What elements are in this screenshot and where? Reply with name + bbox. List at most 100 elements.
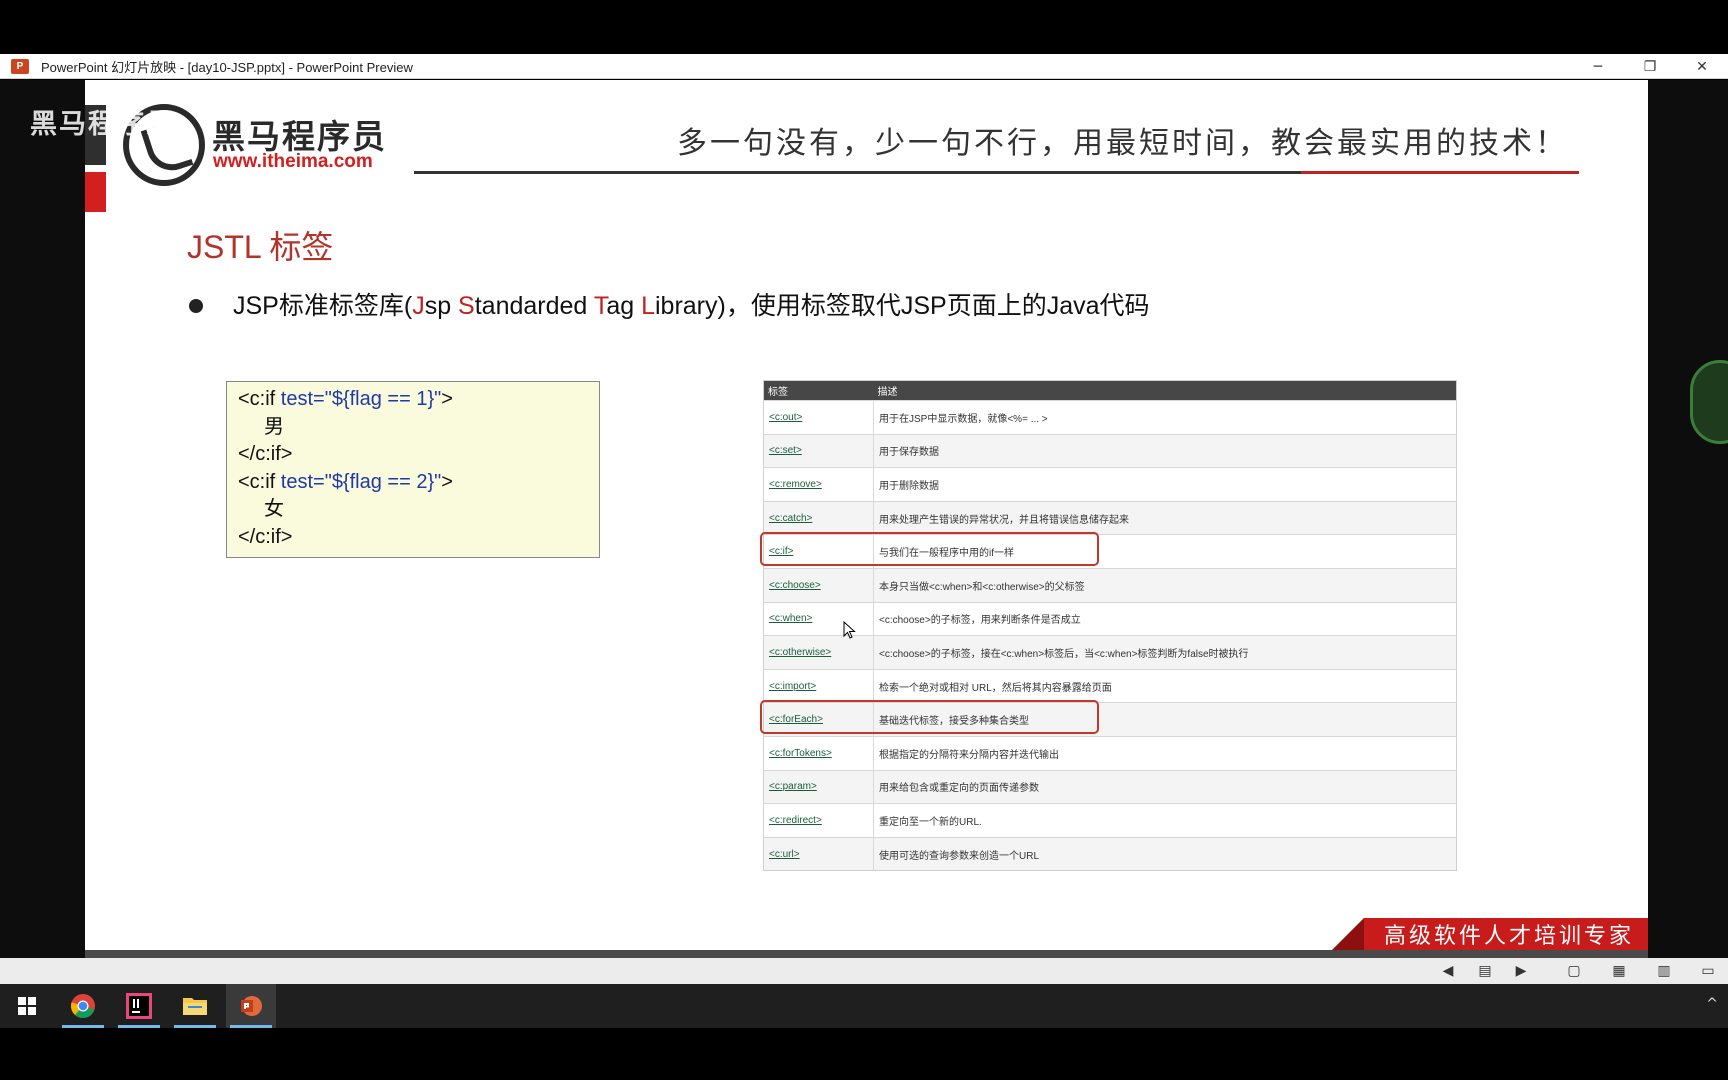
previous-slide-icon[interactable]: ◀ [1437,961,1459,981]
tag-link[interactable]: <c:choose> [763,567,874,603]
tag-desc: 用于保存数据 [873,433,1457,468]
slideshow-view-icon[interactable]: ▭ [1697,961,1719,981]
tag-link[interactable]: <c:param> [763,769,874,804]
bullet-prefix: JSP标准标签库( [233,292,413,320]
next-slide-icon[interactable]: ▶ [1510,961,1532,981]
highlight-box-c-foreach [760,700,1099,734]
slide-bottom-bar [85,950,1648,958]
reading-view-icon[interactable]: ▥ [1653,961,1675,981]
taskbar-chrome[interactable] [58,984,108,1028]
bullet-hl-s: S [458,292,475,320]
floating-chat-widget-icon[interactable] [1690,360,1728,444]
code-example-box: <c:if test="${flag == 1}"> 男 </c:if> <c:… [226,381,600,558]
footer-banner: 高级软件人才培训专家 [1332,918,1648,950]
tag-link[interactable]: <c:when> [763,601,874,636]
bullet-hl-l: L [641,292,655,320]
code-line: </c:if> [238,525,293,548]
folder-icon [183,998,207,1015]
tag-desc: 用来处理产生错误的异常状况，并且将错误信息储存起来 [873,500,1457,535]
tag-desc: 检索一个绝对或相对 URL，然后将其内容暴露给页面 [873,668,1457,703]
footer-banner-text: 高级软件人才培训专家 [1364,918,1648,950]
bullet-hl-j: J [412,292,425,320]
tag-desc: 本身只当做<c:when>和<c:otherwise>的父标签 [873,567,1457,603]
tag-desc: 用来给包含或重定向的页面传递参数 [873,769,1457,804]
tag-link[interactable]: <c:otherwise> [763,635,874,670]
bullet-part-ibrary: ibrary)，使用标签取代JSP页面上的Java代码 [655,292,1150,320]
slide-letterbox-right [1648,80,1728,958]
bullet-hl-t: T [593,292,607,320]
tag-link[interactable]: <c:out> [763,400,874,435]
bullet-part-sp: sp [424,292,459,320]
tag-link[interactable]: <c:catch> [763,500,874,535]
table-row: <c:choose> 本身只当做<c:when>和<c:otherwise>的父标… [763,567,1457,603]
taskbar-file-explorer[interactable] [170,984,220,1028]
table-row: <c:otherwise> <c:choose>的子标签，接在<c:when>标签… [763,635,1457,670]
tag-link[interactable]: <c:url> [763,836,874,871]
tag-link[interactable]: <c:forTokens> [763,735,874,771]
powerpoint-app-icon: P [11,58,29,74]
tag-link[interactable]: <c:redirect> [763,803,874,838]
code-line: <c:if test="${flag == 1}"> [238,386,599,414]
close-button[interactable]: ✕ [1676,54,1728,79]
window-title: PowerPoint 幻灯片放映 - [day10-JSP.pptx] - Po… [41,59,413,75]
table-row: <c:remove> 用于删除数据 [763,467,1457,502]
notes-icon[interactable]: ▤ [1474,961,1496,981]
bullet-part-ag: ag [606,292,642,320]
tag-link[interactable]: <c:import> [763,668,874,703]
table-row: <c:out> 用于在JSP中显示数据，就像<%= ... > [763,400,1457,435]
taskbar-chrome-indicator [62,1025,104,1028]
footer-banner-triangle [1332,918,1364,950]
code-line: 男 [264,415,284,438]
code-tag: <c:if [238,470,281,493]
code-tag: > [441,470,453,493]
minimize-button[interactable]: ─ [1572,54,1624,79]
logo-url: www.itheima.com [213,151,373,172]
slide-slogan: 多一句没有，少一句不行，用最短时间，教会最实用的技术！ [677,126,1568,161]
header-divider-red [1301,171,1579,174]
slide-canvas[interactable]: 黑马程序员 www.itheima.com 多一句没有，少一句不行，用最短时间，… [85,80,1648,950]
window-controls: ─ ❐ ✕ [1572,54,1728,79]
system-tray-chevron-icon[interactable]: ^ [1706,996,1718,1012]
bullet-part-tandarded: tandarded [474,292,594,320]
table-header-row: 标签 描述 [763,380,1457,401]
windows-taskbar: ^ [0,984,1728,1028]
bullet-dot-icon [189,299,203,313]
window-titlebar: P PowerPoint 幻灯片放映 - [day10-JSP.pptx] - … [0,54,1728,79]
tag-desc: 根据指定的分隔符来分隔内容并迭代输出 [873,735,1457,771]
code-attr: test="${flag == 1}" [280,388,442,410]
header-red-accent [85,172,106,212]
code-attr: test="${flag == 2}" [280,470,442,493]
table-row: <c:forTokens> 根据指定的分隔符来分隔内容并迭代输出 [763,735,1457,771]
start-button[interactable] [2,984,52,1028]
tag-link[interactable]: <c:set> [763,433,874,468]
taskbar-intellij-indicator [118,1025,160,1028]
tag-desc: <c:choose>的子标签，用来判断条件是否成立 [873,601,1457,636]
table-row: <c:url> 使用可选的查询参数来创造一个URL [763,836,1457,871]
restore-button[interactable]: ❐ [1624,54,1676,79]
tag-desc: <c:choose>的子标签，接在<c:when>标签后，当<c:when>标签… [873,635,1457,670]
table-row: <c:when> <c:choose>的子标签，用来判断条件是否成立 [763,601,1457,636]
tag-desc: 用于删除数据 [873,467,1457,502]
bullet-text: JSP标准标签库(Jsp Standarded Tag Library)，使用标… [233,286,1150,322]
slide-sorter-icon[interactable]: ▦ [1608,961,1630,981]
code-line: <c:if test="${flag == 2}"> [238,469,599,497]
highlight-box-c-if [760,532,1099,566]
slide-title: JSTL 标签 [187,229,334,265]
table-row: <c:import> 检索一个绝对或相对 URL，然后将其内容暴露给页面 [763,668,1457,703]
code-line: 女 [264,498,284,520]
taskbar-explorer-indicator [174,1025,216,1028]
code-tag: <c:if [238,388,281,410]
windows-logo-icon [18,997,36,1015]
normal-view-icon[interactable]: ▢ [1563,961,1585,981]
slideshow-statusbar: ◀ ▤ ▶ ▢ ▦ ▥ ▭ [0,958,1728,984]
table-header-desc: 描述 [873,380,1457,401]
table-row: <c:redirect> 重定向至一个新的URL. [763,803,1457,838]
powerpoint-icon [241,996,262,1016]
table-row: <c:set> 用于保存数据 [763,433,1457,468]
code-line: </c:if> [238,443,293,465]
tag-link[interactable]: <c:remove> [763,467,874,502]
tag-desc: 使用可选的查询参数来创造一个URL [873,836,1457,871]
taskbar-intellij[interactable] [114,984,164,1028]
table-row: <c:param> 用来给包含或重定向的页面传递参数 [763,769,1457,804]
taskbar-powerpoint[interactable] [226,984,276,1028]
